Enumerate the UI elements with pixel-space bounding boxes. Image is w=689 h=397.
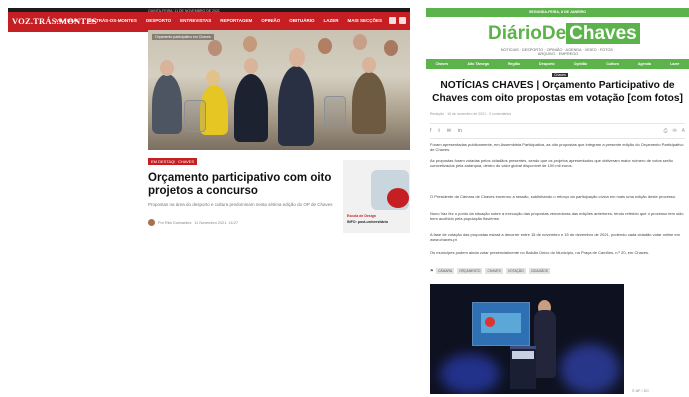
nav-item[interactable]: Opinião [574,62,587,66]
menu-icon[interactable] [399,17,406,24]
audience-head [208,40,222,56]
article-paragraph: O Presidente da Câmara de Chaves encerro… [430,194,677,199]
nav-item[interactable]: Agenda [638,62,651,66]
twitter-icon[interactable]: t [438,128,439,134]
podium-sign [512,351,534,359]
article-paragraph: Foram apresentadas publicamente, em Asse… [430,142,684,153]
article-paragraph: A fase de votação das propostas estará a… [430,232,680,243]
avatar [148,219,155,226]
menu-item[interactable]: OBITUÁRIO [289,18,314,23]
article-paragraph: Nuno Vaz fez o ponto da situação sobre a… [430,211,684,222]
nav-item[interactable]: Alto Tâmega [467,62,489,66]
article-headline: NOTÍCIAS CHAVES | Orçamento Participativ… [432,80,683,104]
tag-chip[interactable]: ORÇAMENTO [457,268,483,274]
divider [430,138,685,139]
article-paragraph: Os munícipes podem ainda votar presencia… [430,250,650,255]
ad-decoration [387,188,409,208]
main-navbar: VOZ.TRÁS.MONTES VILA REAL DE TRÁS-OS-MON… [8,12,410,32]
person-head [244,58,258,74]
audience-head [243,36,257,52]
menu-item[interactable]: DESPORTO [146,18,171,23]
font-size-icon[interactable]: A [682,128,685,134]
photo-credit: © AF / DC [632,389,650,393]
nav-item[interactable]: Cultura [606,62,619,66]
hero-photo[interactable]: Orçamento participativo em Chaves [148,30,410,150]
top-bar-text: SEGUNDA-FEIRA, 8 DE JANEIRO [529,10,586,14]
tag-chip[interactable]: CHAVES [485,268,503,274]
screen-logo [485,317,495,327]
article-tools: ⎙ ✉ A [663,128,685,134]
photo-caption: Orçamento participativo em Chaves [152,34,214,40]
author-name[interactable]: Por Rita Guimarães [158,221,191,225]
projection-screen [472,302,530,346]
email-icon[interactable]: ✉ [447,128,451,134]
article-lead: Propostas na área do desporto e cultura … [148,202,333,207]
menu-item[interactable]: LAZER [323,18,338,23]
speaker-figure [534,310,556,378]
tag-chip[interactable]: CIDADÃOS [528,268,550,274]
print-icon[interactable]: ⎙ [663,128,667,134]
nav-item[interactable]: Região [508,62,520,66]
main-menu: VILA REAL DE TRÁS-OS-MONTES DESPORTO ENT… [56,18,382,23]
ad-banner[interactable]: Escola de Design INFO: post-universitári… [343,160,410,233]
tag-chip[interactable]: VOTAÇÃO [505,268,526,274]
article-photo[interactable] [430,284,624,394]
share-bar: f t ✉ in [430,128,462,134]
tag-list: CÂMARA ORÇAMENTO CHAVES VOTAÇÃO CIDADÃOS [436,268,550,274]
person-figure [278,66,314,146]
linkedin-icon[interactable]: in [458,128,462,134]
mail-icon[interactable]: ✉ [672,128,676,134]
menu-item[interactable]: MAIS SECÇÕES [347,18,382,23]
nav-item[interactable]: Desporto [539,62,555,66]
article-paragraph: As propostas foram votadas pelos cidadão… [430,158,673,169]
person-head [289,48,305,67]
person-figure [352,72,386,134]
menu-item[interactable]: VILA REAL [56,18,80,23]
site-tagline: NOTÍCIAS · DESPORTO · OPINIÃO · AGENDA ·… [500,48,616,56]
publish-date: 11 Novembro 2021, 16:27 [194,220,238,225]
divider [430,123,685,124]
ad-subtitle: INFO: post-universitário [347,220,389,224]
menu-item[interactable]: REPORTAGEM [220,18,252,23]
audience-head [318,38,332,54]
main-navbar: Chaves Alto Tâmega Região Desporto Opini… [426,59,689,69]
menu-item[interactable]: ENTREVISTAS [180,18,211,23]
stage-light [560,344,620,394]
article-meta: Por Rita Guimarães 11 Novembro 2021, 16:… [148,219,238,226]
tag-icon: ⚑ [430,268,434,273]
audience-head [384,40,398,56]
stage-light [440,354,500,394]
chair [184,100,206,132]
person-head [362,57,376,73]
person-head [206,70,220,86]
category-badge[interactable]: Chaves [552,73,568,77]
person-head [160,60,174,76]
person-figure [234,74,268,142]
podium [510,346,536,389]
article-headline[interactable]: Orçamento participativo com oito projeto… [148,172,343,198]
menu-item[interactable]: DE TRÁS-OS-MONTES [88,18,137,23]
chair [324,96,346,128]
nav-item[interactable]: Chaves [436,62,449,66]
facebook-icon[interactable]: f [430,128,431,134]
site-logo[interactable]: DiárioDe Chaves [488,23,640,45]
tag-chip[interactable]: CÂMARA [436,268,455,274]
menu-item[interactable]: OPINIÃO [261,18,280,23]
voz-article-preview: QUINTA-FEIRA, 11 DE NOVEMBRO DE 2021 VOZ… [8,8,410,233]
diario-chaves-article: SEGUNDA-FEIRA, 8 DE JANEIRO DiárioDe Chav… [426,8,689,397]
search-icon[interactable] [389,17,396,24]
audience-head [353,34,367,50]
category-tag[interactable]: CHAVES [175,158,198,165]
nav-icons [389,17,406,24]
nav-item[interactable]: Lazer [670,62,679,66]
top-bar: SEGUNDA-FEIRA, 8 DE JANEIRO [426,8,689,17]
person-figure [152,74,182,134]
article-meta: Redação · 16 de novembro de 2021 · 0 com… [430,112,512,116]
ad-title: Escola de Design [347,214,376,218]
